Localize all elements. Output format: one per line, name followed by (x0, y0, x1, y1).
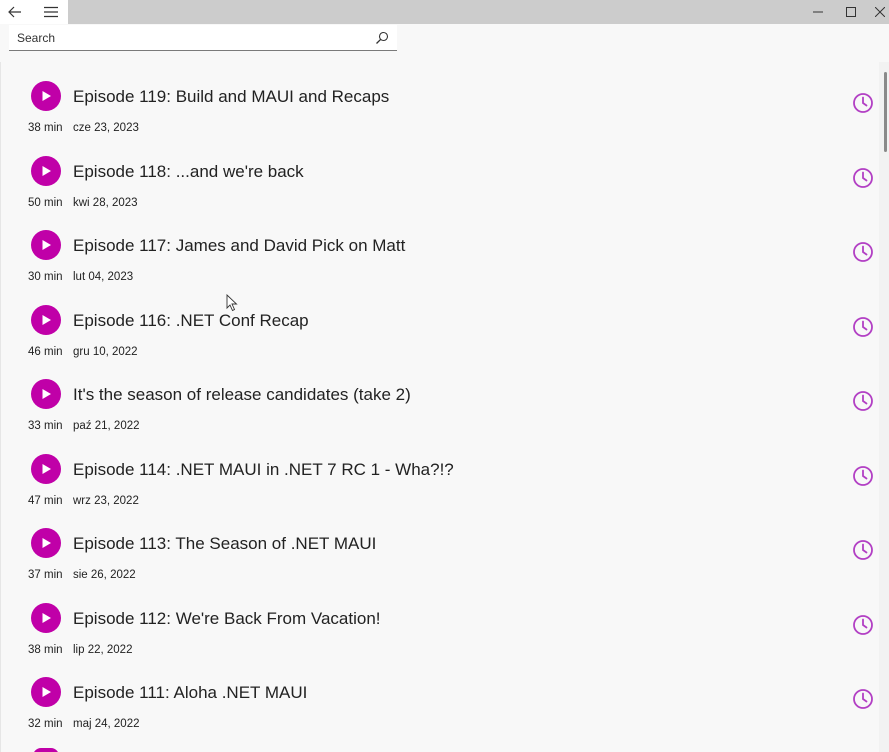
play-icon (42, 612, 51, 623)
clock-icon[interactable] (852, 465, 874, 487)
clock-icon[interactable] (852, 614, 874, 636)
play-icon (42, 240, 51, 250)
episode-duration: 47 min (28, 494, 63, 507)
search-icon[interactable] (375, 31, 389, 45)
episode-title[interactable]: It's the season of release candidates (t… (73, 385, 411, 405)
minimize-button[interactable] (806, 0, 830, 24)
play-icon (42, 538, 51, 548)
hamburger-icon (44, 6, 58, 18)
play-icon (42, 463, 51, 474)
play-icon (42, 389, 51, 399)
play-button[interactable] (31, 304, 61, 335)
episode-row[interactable]: Episode 117: James and David Pick on Mat… (1, 211, 879, 286)
play-button[interactable] (31, 528, 61, 558)
play-button[interactable] (31, 602, 61, 633)
play-icon (42, 165, 51, 176)
play-icon (42, 314, 51, 325)
maximize-icon (846, 7, 856, 17)
episode-date: paź 21, 2022 (73, 420, 140, 432)
clock-icon[interactable] (852, 92, 874, 114)
episode-row[interactable]: It's the season of release candidates (t… (1, 360, 879, 435)
search-box[interactable] (9, 25, 397, 51)
episode-title[interactable]: Episode 119: Build and MAUI and Recaps (73, 87, 389, 107)
episode-row[interactable]: Episode 116: .NET Conf Recap 46 min gru 10… (1, 286, 879, 361)
play-button[interactable] (31, 155, 61, 186)
episode-row[interactable]: Episode 114: .NET MAUI in .NET 7 RC 1 - … (1, 435, 879, 510)
episode-duration: 32 min (28, 718, 63, 730)
play-button[interactable] (31, 379, 61, 409)
clock-icon[interactable] (852, 241, 874, 263)
episode-title[interactable]: Episode 118: ...and we're back (73, 162, 304, 182)
title-bar (0, 0, 889, 24)
episode-duration: 38 min (28, 122, 63, 134)
mouse-cursor-icon (226, 294, 238, 312)
play-button[interactable] (31, 677, 61, 707)
play-button[interactable] (31, 230, 61, 260)
episode-duration: 46 min (28, 345, 63, 358)
minimize-icon (813, 11, 823, 13)
episode-date: sie 26, 2022 (73, 569, 136, 581)
back-arrow-icon (8, 6, 21, 18)
close-icon (875, 7, 885, 17)
episode-title[interactable]: Episode 114: .NET MAUI in .NET 7 RC 1 - … (73, 460, 454, 480)
episode-date: kwi 28, 2023 (73, 196, 138, 209)
episode-title[interactable]: Episode 117: James and David Pick on Mat… (73, 236, 405, 256)
episode-title[interactable]: Episode 112: We're Back From Vacation! (73, 609, 381, 629)
play-icon (42, 687, 51, 697)
episode-duration: 37 min (28, 569, 63, 581)
clock-icon[interactable] (852, 539, 874, 561)
episode-date: gru 10, 2022 (73, 345, 138, 358)
episode-list[interactable]: Episode 119: Build and MAUI and Recaps 38… (0, 62, 879, 752)
play-button[interactable] (31, 81, 61, 111)
episode-date: wrz 23, 2022 (73, 494, 139, 507)
episode-date: maj 24, 2022 (73, 718, 140, 730)
episode-date: cze 23, 2023 (73, 122, 139, 134)
episode-title[interactable]: Episode 116: .NET Conf Recap (73, 311, 309, 331)
maximize-button[interactable] (839, 0, 863, 24)
episode-duration: 50 min (28, 196, 63, 209)
episode-title[interactable]: Episode 111: Aloha .NET MAUI (73, 683, 307, 703)
clock-icon[interactable] (852, 688, 874, 710)
close-button[interactable] (871, 0, 889, 24)
episode-date: lip 22, 2022 (73, 643, 133, 656)
episode-row[interactable]: Episode 113: The Season of .NET MAUI 37 m… (1, 509, 879, 584)
episode-date: lut 04, 2023 (73, 271, 134, 283)
episode-duration: 38 min (28, 643, 63, 656)
next-play-button-partial[interactable] (33, 748, 59, 752)
scrollbar[interactable] (879, 62, 889, 752)
play-icon (42, 91, 51, 101)
clock-icon[interactable] (852, 390, 874, 412)
search-input[interactable] (9, 25, 367, 50)
episode-duration: 30 min (28, 271, 63, 283)
clock-icon[interactable] (852, 167, 874, 189)
menu-button[interactable] (38, 0, 64, 24)
clock-icon[interactable] (852, 316, 874, 338)
episode-row[interactable]: Episode 118: ...and we're back 50 min kwi … (1, 137, 879, 212)
episode-row[interactable]: Episode 111: Aloha .NET MAUI 32 min maj 24… (1, 658, 879, 733)
play-button[interactable] (31, 453, 61, 484)
back-button[interactable] (2, 0, 28, 24)
episode-row[interactable]: Episode 119: Build and MAUI and Recaps 38… (1, 62, 879, 137)
episode-row[interactable]: Episode 112: We're Back From Vacation! 38… (1, 584, 879, 659)
episode-duration: 33 min (28, 420, 63, 432)
episode-title[interactable]: Episode 113: The Season of .NET MAUI (73, 534, 376, 554)
scrollbar-thumb[interactable] (884, 72, 887, 152)
